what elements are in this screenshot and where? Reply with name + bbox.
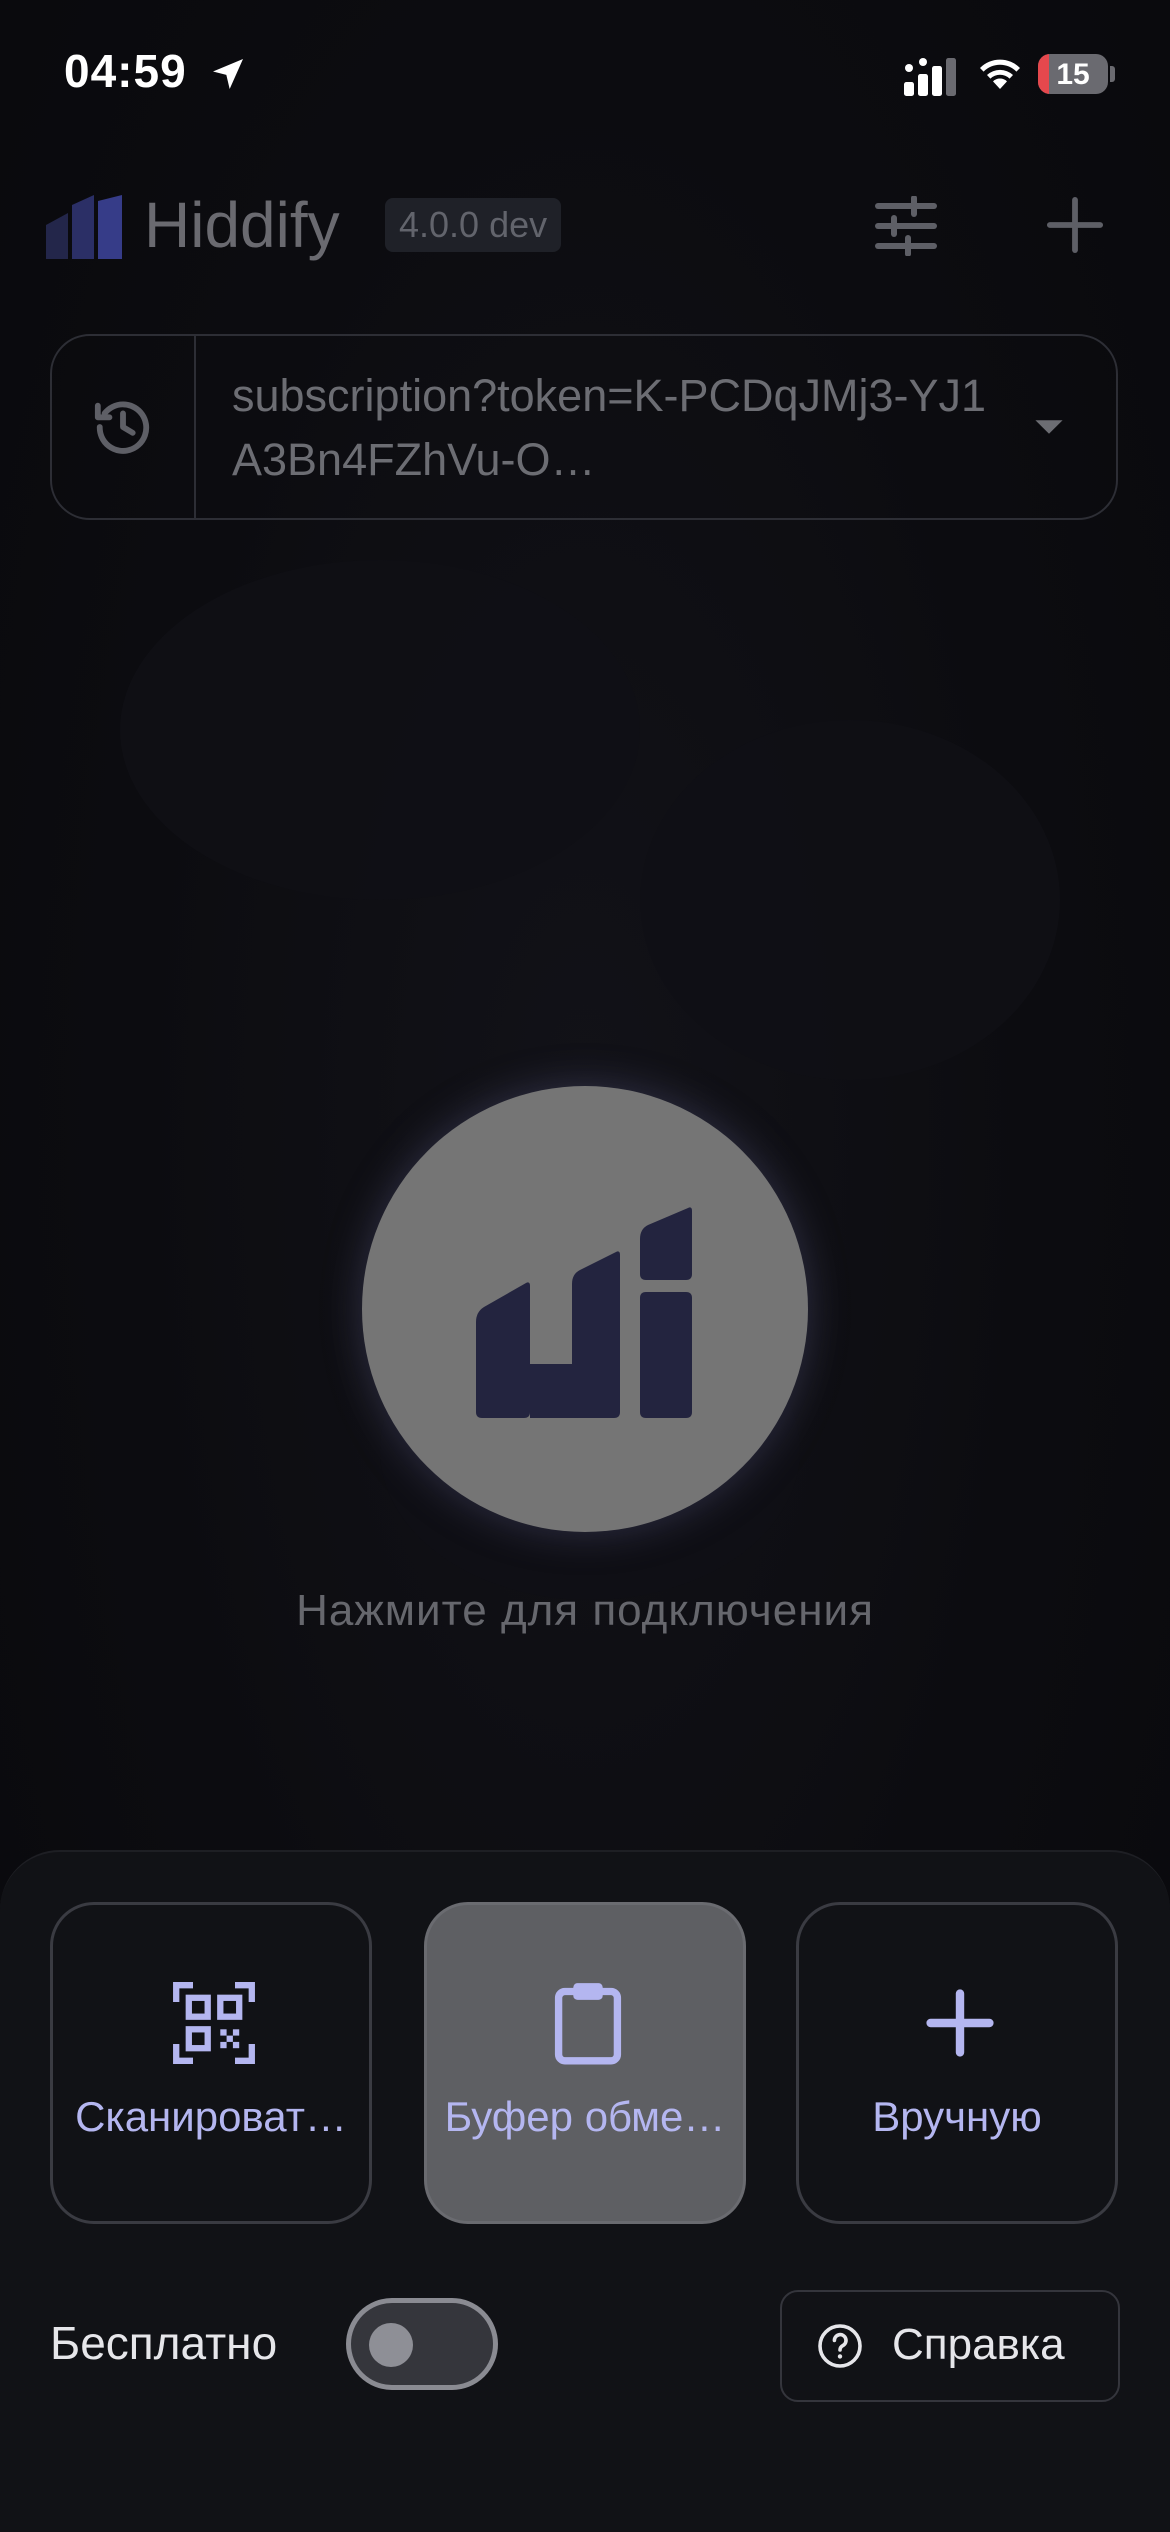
app-screen: 04:59 15 Hiddify 4.0.0 dev subscription?…	[0, 0, 1170, 2532]
card-divider	[194, 336, 196, 518]
version-badge: 4.0.0 dev	[385, 198, 562, 252]
manual-add-button[interactable]: Вручную	[796, 1902, 1118, 2224]
battery-cap	[1110, 66, 1115, 82]
refresh-profile-button[interactable]	[52, 336, 194, 518]
battery-icon: 15	[1038, 54, 1108, 94]
plus-icon	[926, 1989, 994, 2057]
add-profile-sheet: Сканироват… Буфер обме… Вручную	[0, 1850, 1170, 2532]
connect-button[interactable]	[362, 1086, 808, 1532]
connect-hint: Нажмите для подключения	[296, 1586, 874, 1635]
scan-qr-label: Сканироват…	[75, 2093, 347, 2140]
hiddify-logo-icon	[476, 1207, 692, 1418]
clipboard-label: Буфер обме…	[444, 2093, 726, 2140]
cellular-signal-icon	[904, 58, 956, 96]
status-time: 04:59	[64, 45, 187, 97]
scan-qr-button[interactable]: Сканироват…	[50, 1902, 372, 2224]
world-map-background	[640, 720, 1060, 1080]
dropdown-arrow-icon[interactable]	[1032, 412, 1066, 442]
app-title: Hiddify	[144, 189, 340, 261]
manual-add-label: Вручную	[872, 2093, 1042, 2140]
help-label: Справка	[892, 2320, 1065, 2369]
toggle-knob	[369, 2323, 413, 2367]
battery-level: 15	[1056, 58, 1090, 91]
clipboard-button[interactable]: Буфер обме…	[424, 1902, 746, 2224]
clipboard-icon	[554, 1983, 622, 2065]
help-circle-icon	[818, 2324, 862, 2368]
hiddify-logo-icon	[46, 195, 122, 259]
status-bar: 04:59 15	[0, 0, 1170, 150]
free-mode-toggle[interactable]	[346, 2298, 498, 2390]
plus-icon[interactable]	[1046, 196, 1104, 254]
wifi-icon	[980, 59, 1020, 89]
profile-selector[interactable]: subscription?token=K-PCDqJMj3-YJ1A3Bn4FZ…	[50, 334, 1118, 520]
refresh-clock-icon	[94, 401, 150, 454]
location-arrow-icon	[213, 59, 243, 89]
world-map-background	[120, 560, 640, 900]
settings-sliders-icon[interactable]	[874, 196, 938, 256]
qr-code-icon	[173, 1982, 255, 2064]
help-button[interactable]: Справка	[780, 2290, 1120, 2402]
free-mode-label: Бесплатно	[50, 2317, 278, 2369]
profile-name[interactable]: subscription?token=K-PCDqJMj3-YJ1A3Bn4FZ…	[232, 364, 1012, 492]
